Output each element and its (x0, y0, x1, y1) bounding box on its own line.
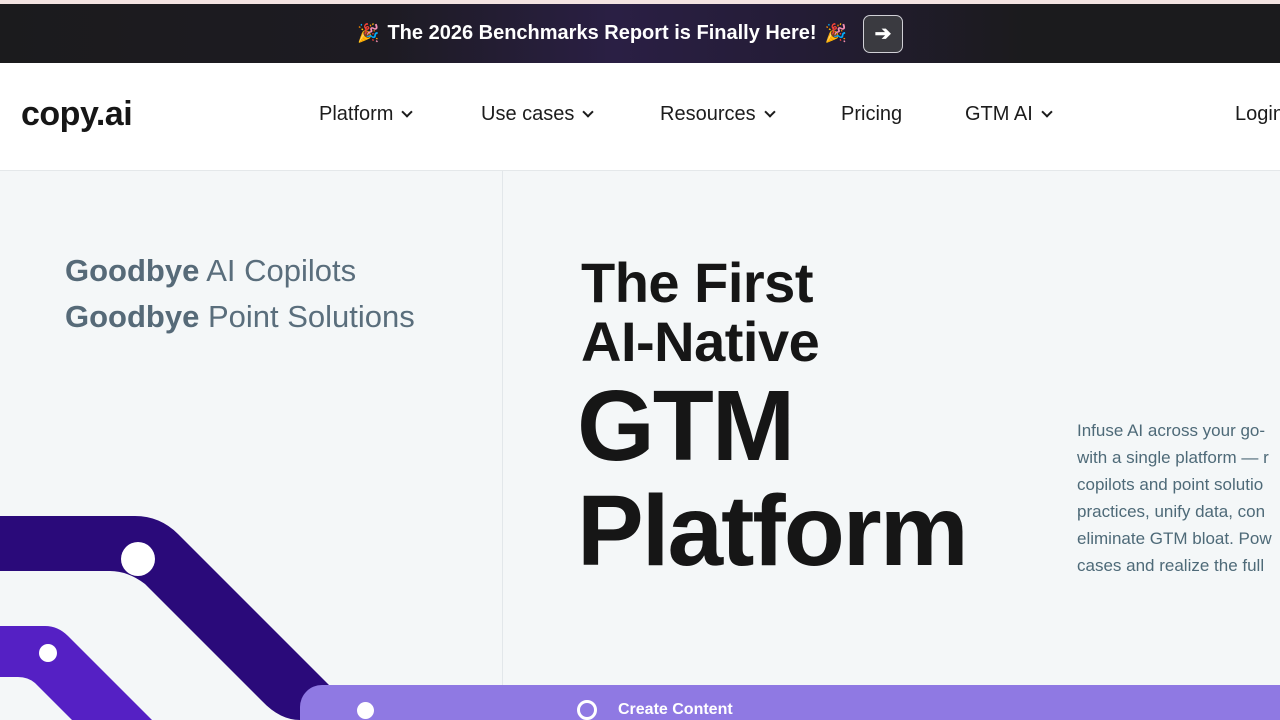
goodbye-bold: Goodbye (65, 253, 200, 288)
headline-platform: Platform (577, 475, 969, 587)
mid-purple-band (0, 626, 152, 720)
create-content-label[interactable]: Create Content (618, 701, 733, 719)
chevron-down-icon (582, 106, 595, 118)
description-line: cases and realize the full (1077, 556, 1265, 575)
announcement-bar[interactable]: 🎉 The 2026 Benchmarks Report is Finally … (0, 4, 1280, 63)
hero-description: Infuse AI across your go- with a single … (1077, 417, 1280, 579)
party-popper-icon: 🎉 (824, 23, 847, 43)
goodbye-copilots: Goodbye AI Copilots (65, 253, 356, 289)
nav-item-label: Platform (319, 103, 394, 125)
nav-item-label: Resources (660, 103, 756, 125)
nav-item-label: Use cases (481, 103, 575, 125)
goodbye-rest: Point Solutions (199, 299, 415, 334)
announcement-text[interactable]: 🎉 The 2026 Benchmarks Report is Finally … (357, 22, 847, 45)
nav-item-platform[interactable]: Platform (319, 103, 414, 126)
description-line: eliminate GTM bloat. Pow (1077, 529, 1272, 548)
nav-item-label: GTM AI (965, 103, 1033, 125)
hero-section: Goodbye AI Copilots Goodbye Point Soluti… (0, 171, 1280, 720)
headline-ai-native: AI-Native (581, 310, 820, 373)
announcement-label: The 2026 Benchmarks Report is Finally He… (387, 22, 817, 44)
logo[interactable]: copy.ai (21, 95, 133, 134)
chevron-down-icon (763, 106, 776, 118)
nav-item-label: Pricing (841, 103, 903, 125)
node-dot-icon (357, 702, 374, 719)
nav-item-use-cases[interactable]: Use cases (481, 103, 595, 126)
nav-item-pricing[interactable]: Pricing (841, 103, 902, 126)
goodbye-bold: Goodbye (65, 299, 200, 334)
step-circle-icon (577, 700, 597, 720)
login-link[interactable]: Login (1235, 103, 1280, 126)
party-popper-icon: 🎉 (357, 23, 380, 43)
navbar: copy.ai Platform Use cases Resources Pri… (0, 63, 1280, 171)
description-line: copilots and point solutio (1077, 475, 1264, 494)
create-content-bar: Create Content (300, 685, 1280, 720)
node-dot-icon (121, 542, 155, 576)
arrow-right-icon: ➔ (874, 23, 892, 45)
node-dot-icon (39, 644, 57, 662)
goodbye-point-solutions: Goodbye Point Solutions (65, 299, 415, 335)
chevron-down-icon (401, 106, 414, 118)
nav-item-resources[interactable]: Resources (660, 103, 776, 126)
chevron-down-icon (1041, 106, 1053, 118)
description-line: Infuse AI across your go- (1077, 421, 1266, 440)
goodbye-rest: AI Copilots (199, 253, 357, 288)
description-line: with a single platform — r (1077, 448, 1269, 467)
announcement-arrow-button[interactable]: ➔ (862, 14, 903, 53)
headline-gtm: GTM (577, 370, 795, 482)
nav-item-gtm-ai[interactable]: GTM AI (965, 103, 1053, 126)
headline-the-first: The First (581, 251, 813, 314)
description-line: practices, unify data, con (1077, 502, 1266, 521)
